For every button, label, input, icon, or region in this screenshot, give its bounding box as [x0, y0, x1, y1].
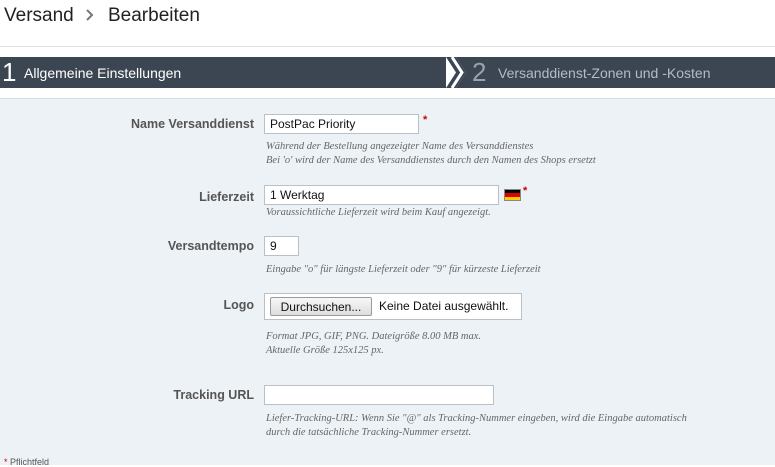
delivery-hint: Voraussichtliche Lieferzeit wird beim Ka… — [266, 207, 491, 218]
logo-label: Logo — [223, 298, 254, 312]
wizard-step-1[interactable]: 1 Allgemeine Einstellungen — [0, 57, 455, 88]
breadcrumb-home[interactable]: Versand — [4, 5, 74, 27]
step-label: Allgemeine Einstellungen — [24, 65, 182, 81]
browse-button[interactable]: Durchsuchen... — [270, 297, 372, 316]
step-label: Versanddienst-Zonen und -Kosten — [498, 65, 711, 81]
footnote-text: Pflichtfeld — [10, 457, 50, 467]
breadcrumb: Versand Bearbeiten — [0, 0, 775, 47]
logo-file-input[interactable]: Durchsuchen... Keine Datei ausgewählt. — [264, 293, 522, 320]
required-mark: * — [523, 185, 528, 197]
file-status: Keine Datei ausgewählt. — [379, 299, 509, 313]
wizard-steps: 1 Allgemeine Einstellungen 2 Versanddien… — [0, 57, 775, 88]
step-arrow-separator — [446, 57, 466, 88]
tracking-input[interactable] — [264, 385, 494, 405]
speed-input[interactable] — [264, 236, 299, 256]
required-mark: * — [423, 114, 428, 126]
form-panel: Name Versanddienst * Während der Bestell… — [0, 98, 775, 465]
step-number: 2 — [472, 57, 487, 87]
tracking-label: Tracking URL — [173, 388, 254, 402]
required-footnote: * Pflichtfeld — [4, 457, 49, 467]
german-flag-icon[interactable] — [504, 189, 521, 201]
wizard-step-2[interactable]: 2 Versanddienst-Zonen und -Kosten — [464, 57, 775, 88]
delivery-label: Lieferzeit — [199, 190, 254, 204]
name-hint: Während der Bestellung angezeigter Name … — [266, 141, 534, 152]
delivery-input[interactable] — [264, 185, 499, 205]
name-hint: Bei 'o' wird der Name des Versanddienste… — [266, 155, 596, 166]
name-label: Name Versanddienst — [131, 117, 254, 131]
tracking-hint: Liefer-Tracking-URL: Wenn Sie "@" als Tr… — [266, 413, 687, 424]
speed-hint: Eingabe "o" für längste Lieferzeit oder … — [266, 264, 541, 275]
tracking-hint: durch die tatsächliche Tracking-Nummer e… — [266, 427, 472, 438]
name-input[interactable] — [264, 114, 419, 134]
required-mark: * — [4, 457, 8, 467]
speed-label: Versandtempo — [167, 239, 254, 253]
step-number: 1 — [2, 57, 17, 87]
logo-hint: Format JPG, GIF, PNG. Dateigröße 8.00 MB… — [266, 331, 482, 342]
breadcrumb-current: Bearbeiten — [108, 5, 200, 26]
chevron-right-icon — [86, 9, 94, 21]
logo-hint: Aktuelle Größe 125x125 px. — [266, 345, 384, 356]
